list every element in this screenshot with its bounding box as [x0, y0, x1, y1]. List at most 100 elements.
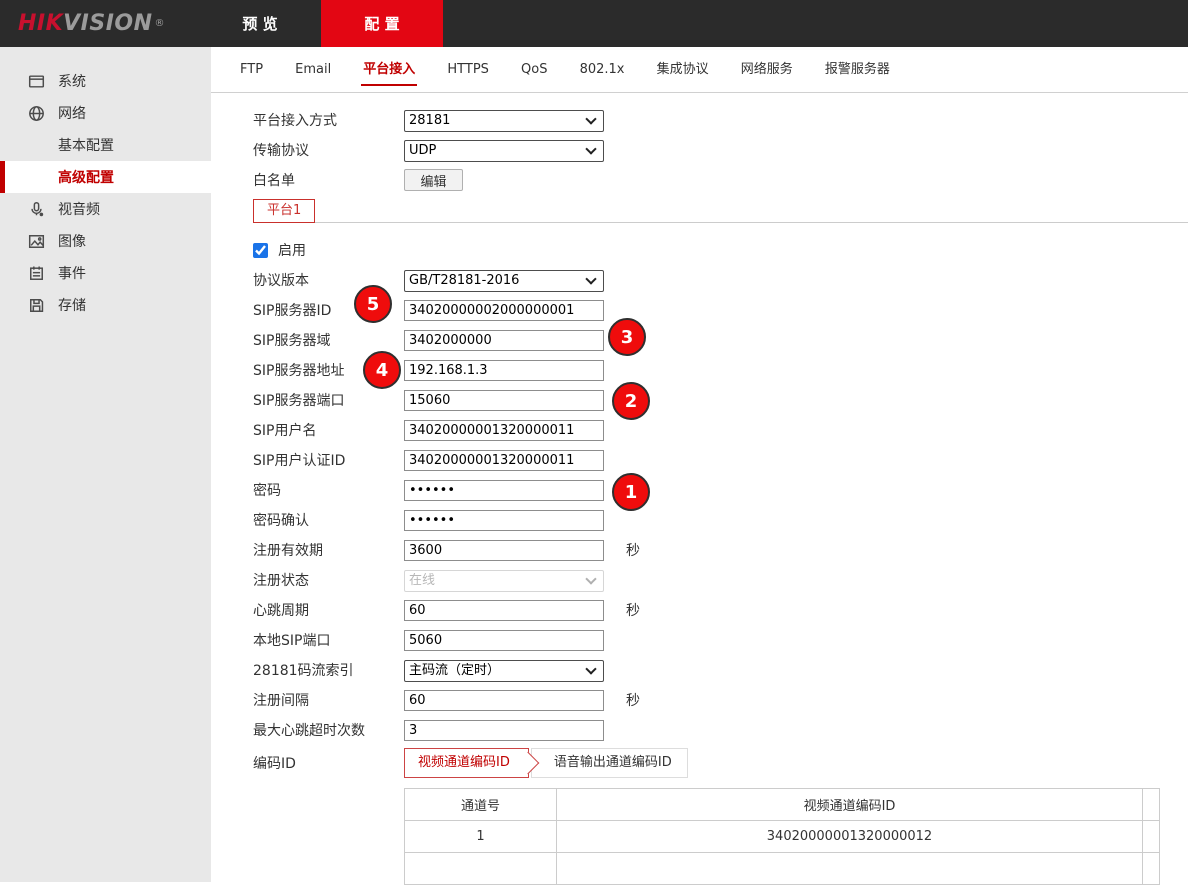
sidebar-item-label: 存储	[58, 295, 86, 315]
register-status-label: 注册状态	[253, 570, 404, 590]
enable-checkbox[interactable]	[253, 243, 268, 258]
tab-8021x[interactable]: 802.1x	[580, 47, 625, 92]
tab-ftp[interactable]: FTP	[240, 47, 263, 92]
form-row: 注册状态 在线	[253, 565, 1188, 595]
platform1-tab[interactable]: 平台1	[253, 199, 315, 223]
audio-video-icon	[28, 201, 45, 218]
video-channel-id-header: 视频通道编码ID	[557, 789, 1143, 821]
tab-network-service[interactable]: 网络服务	[741, 47, 793, 92]
top-nav: 预 览 配 置	[199, 0, 443, 47]
tab-platform-access[interactable]: 平台接入	[363, 47, 415, 92]
register-validity-label: 注册有效期	[253, 540, 404, 560]
logo-text-gray: VISION	[63, 11, 152, 36]
sidebar-item-network[interactable]: 网络	[0, 97, 211, 129]
tab-https[interactable]: HTTPS	[447, 47, 489, 92]
sip-server-address-input[interactable]	[404, 360, 604, 381]
sip-server-port-input[interactable]	[404, 390, 604, 411]
sidebar-item-audio-video[interactable]: 视音频	[0, 193, 211, 225]
protocol-version-select[interactable]: GB/T28181-2016	[404, 270, 604, 292]
channel-encode-id-table: 通道号 视频通道编码ID 1 34020000001320000012	[404, 788, 1160, 885]
logo-text-red: HIK	[18, 11, 63, 36]
max-heartbeat-timeout-input[interactable]	[404, 720, 604, 741]
form-row: 编码ID 视频通道编码ID 语音输出通道编码ID	[253, 745, 1188, 781]
form-row: SIP服务器域	[253, 325, 1188, 355]
heartbeat-period-input[interactable]	[404, 600, 604, 621]
form-row: 心跳周期 秒	[253, 595, 1188, 625]
sip-username-input[interactable]	[404, 420, 604, 441]
form-row: SIP用户名	[253, 415, 1188, 445]
platform-tab-row: 平台1	[253, 199, 1188, 223]
sidebar: 系统 网络 基本配置 高级配置 视音频 图像 事件 存储	[0, 47, 211, 882]
sip-server-id-input[interactable]	[404, 300, 604, 321]
whitelist-label: 白名单	[253, 170, 404, 190]
sidebar-item-advanced-config[interactable]: 高级配置	[0, 161, 211, 193]
sidebar-item-storage[interactable]: 存储	[0, 289, 211, 321]
form-row: 平台接入方式 28181	[253, 105, 1188, 135]
password-input[interactable]	[404, 480, 604, 501]
sidebar-item-image[interactable]: 图像	[0, 225, 211, 257]
stream-index-label: 28181码流索引	[253, 660, 404, 680]
local-sip-port-label: 本地SIP端口	[253, 630, 404, 650]
local-sip-port-input[interactable]	[404, 630, 604, 651]
extra-column-header	[1143, 789, 1160, 821]
video-channel-encode-id-tab[interactable]: 视频通道编码ID	[404, 748, 529, 778]
password-label: 密码	[253, 480, 404, 500]
channel-no-header: 通道号	[405, 789, 557, 821]
platform-mode-select[interactable]: 28181	[404, 110, 604, 132]
audio-output-channel-encode-id-tab[interactable]: 语音输出通道编码ID	[531, 748, 688, 778]
form-row: 启用	[253, 235, 1188, 265]
sidebar-item-label: 图像	[58, 231, 86, 251]
stream-index-select[interactable]: 主码流（定时）	[404, 660, 604, 682]
table-header-row: 通道号 视频通道编码ID	[405, 789, 1160, 821]
platform-access-form: 平台接入方式 28181 传输协议 UDP 白名单 编辑 平台1 启用 协议版本…	[211, 93, 1188, 885]
sidebar-item-event[interactable]: 事件	[0, 257, 211, 289]
sip-auth-id-input[interactable]	[404, 450, 604, 471]
channel-no-cell: 1	[405, 821, 557, 853]
extra-cell	[1143, 821, 1160, 853]
enable-label: 启用	[278, 240, 306, 260]
max-heartbeat-timeout-label: 最大心跳超时次数	[253, 720, 404, 740]
transport-protocol-select[interactable]: UDP	[404, 140, 604, 162]
form-row: 注册有效期 秒	[253, 535, 1188, 565]
register-interval-label: 注册间隔	[253, 690, 404, 710]
sip-server-port-label: SIP服务器端口	[253, 390, 404, 410]
tab-integration-protocol[interactable]: 集成协议	[657, 47, 709, 92]
heartbeat-period-label: 心跳周期	[253, 600, 404, 620]
tab-qos[interactable]: QoS	[521, 47, 547, 92]
extra-cell	[1143, 853, 1160, 885]
annotation-badge-4: 4	[363, 351, 401, 389]
annotation-badge-3: 3	[608, 318, 646, 356]
sip-server-domain-label: SIP服务器域	[253, 330, 404, 350]
image-icon	[28, 233, 45, 250]
annotation-badge-2: 2	[612, 382, 650, 420]
sidebar-item-basic-config[interactable]: 基本配置	[0, 129, 211, 161]
sidebar-item-label: 网络	[58, 103, 86, 123]
nav-preview[interactable]: 预 览	[199, 0, 321, 47]
sip-server-domain-input[interactable]	[404, 330, 604, 351]
tab-email[interactable]: Email	[295, 47, 331, 92]
channel-no-cell	[405, 853, 557, 885]
sidebar-item-label: 系统	[58, 71, 86, 91]
register-interval-input[interactable]	[404, 690, 604, 711]
video-channel-id-cell	[557, 853, 1143, 885]
sidebar-item-system[interactable]: 系统	[0, 65, 211, 97]
form-row: SIP服务器端口	[253, 385, 1188, 415]
form-row: 通道号 视频通道编码ID 1 34020000001320000012	[253, 781, 1188, 885]
password-confirm-input[interactable]	[404, 510, 604, 531]
registered-mark: ®	[155, 18, 165, 29]
form-row: 密码	[253, 475, 1188, 505]
register-status-select: 在线	[404, 570, 604, 592]
form-row: 本地SIP端口	[253, 625, 1188, 655]
form-row: SIP服务器ID	[253, 295, 1188, 325]
video-channel-id-cell: 34020000001320000012	[557, 821, 1143, 853]
sidebar-item-label: 事件	[58, 263, 86, 283]
tab-alarm-server[interactable]: 报警服务器	[825, 47, 890, 92]
whitelist-edit-button[interactable]: 编辑	[404, 169, 463, 191]
form-row: 注册间隔 秒	[253, 685, 1188, 715]
table-row[interactable]: 1 34020000001320000012	[405, 821, 1160, 853]
nav-configuration[interactable]: 配 置	[321, 0, 443, 47]
table-row[interactable]	[405, 853, 1160, 885]
register-validity-input[interactable]	[404, 540, 604, 561]
form-row: SIP用户认证ID	[253, 445, 1188, 475]
settings-tab-strip: FTP Email 平台接入 HTTPS QoS 802.1x 集成协议 网络服…	[211, 47, 1188, 93]
